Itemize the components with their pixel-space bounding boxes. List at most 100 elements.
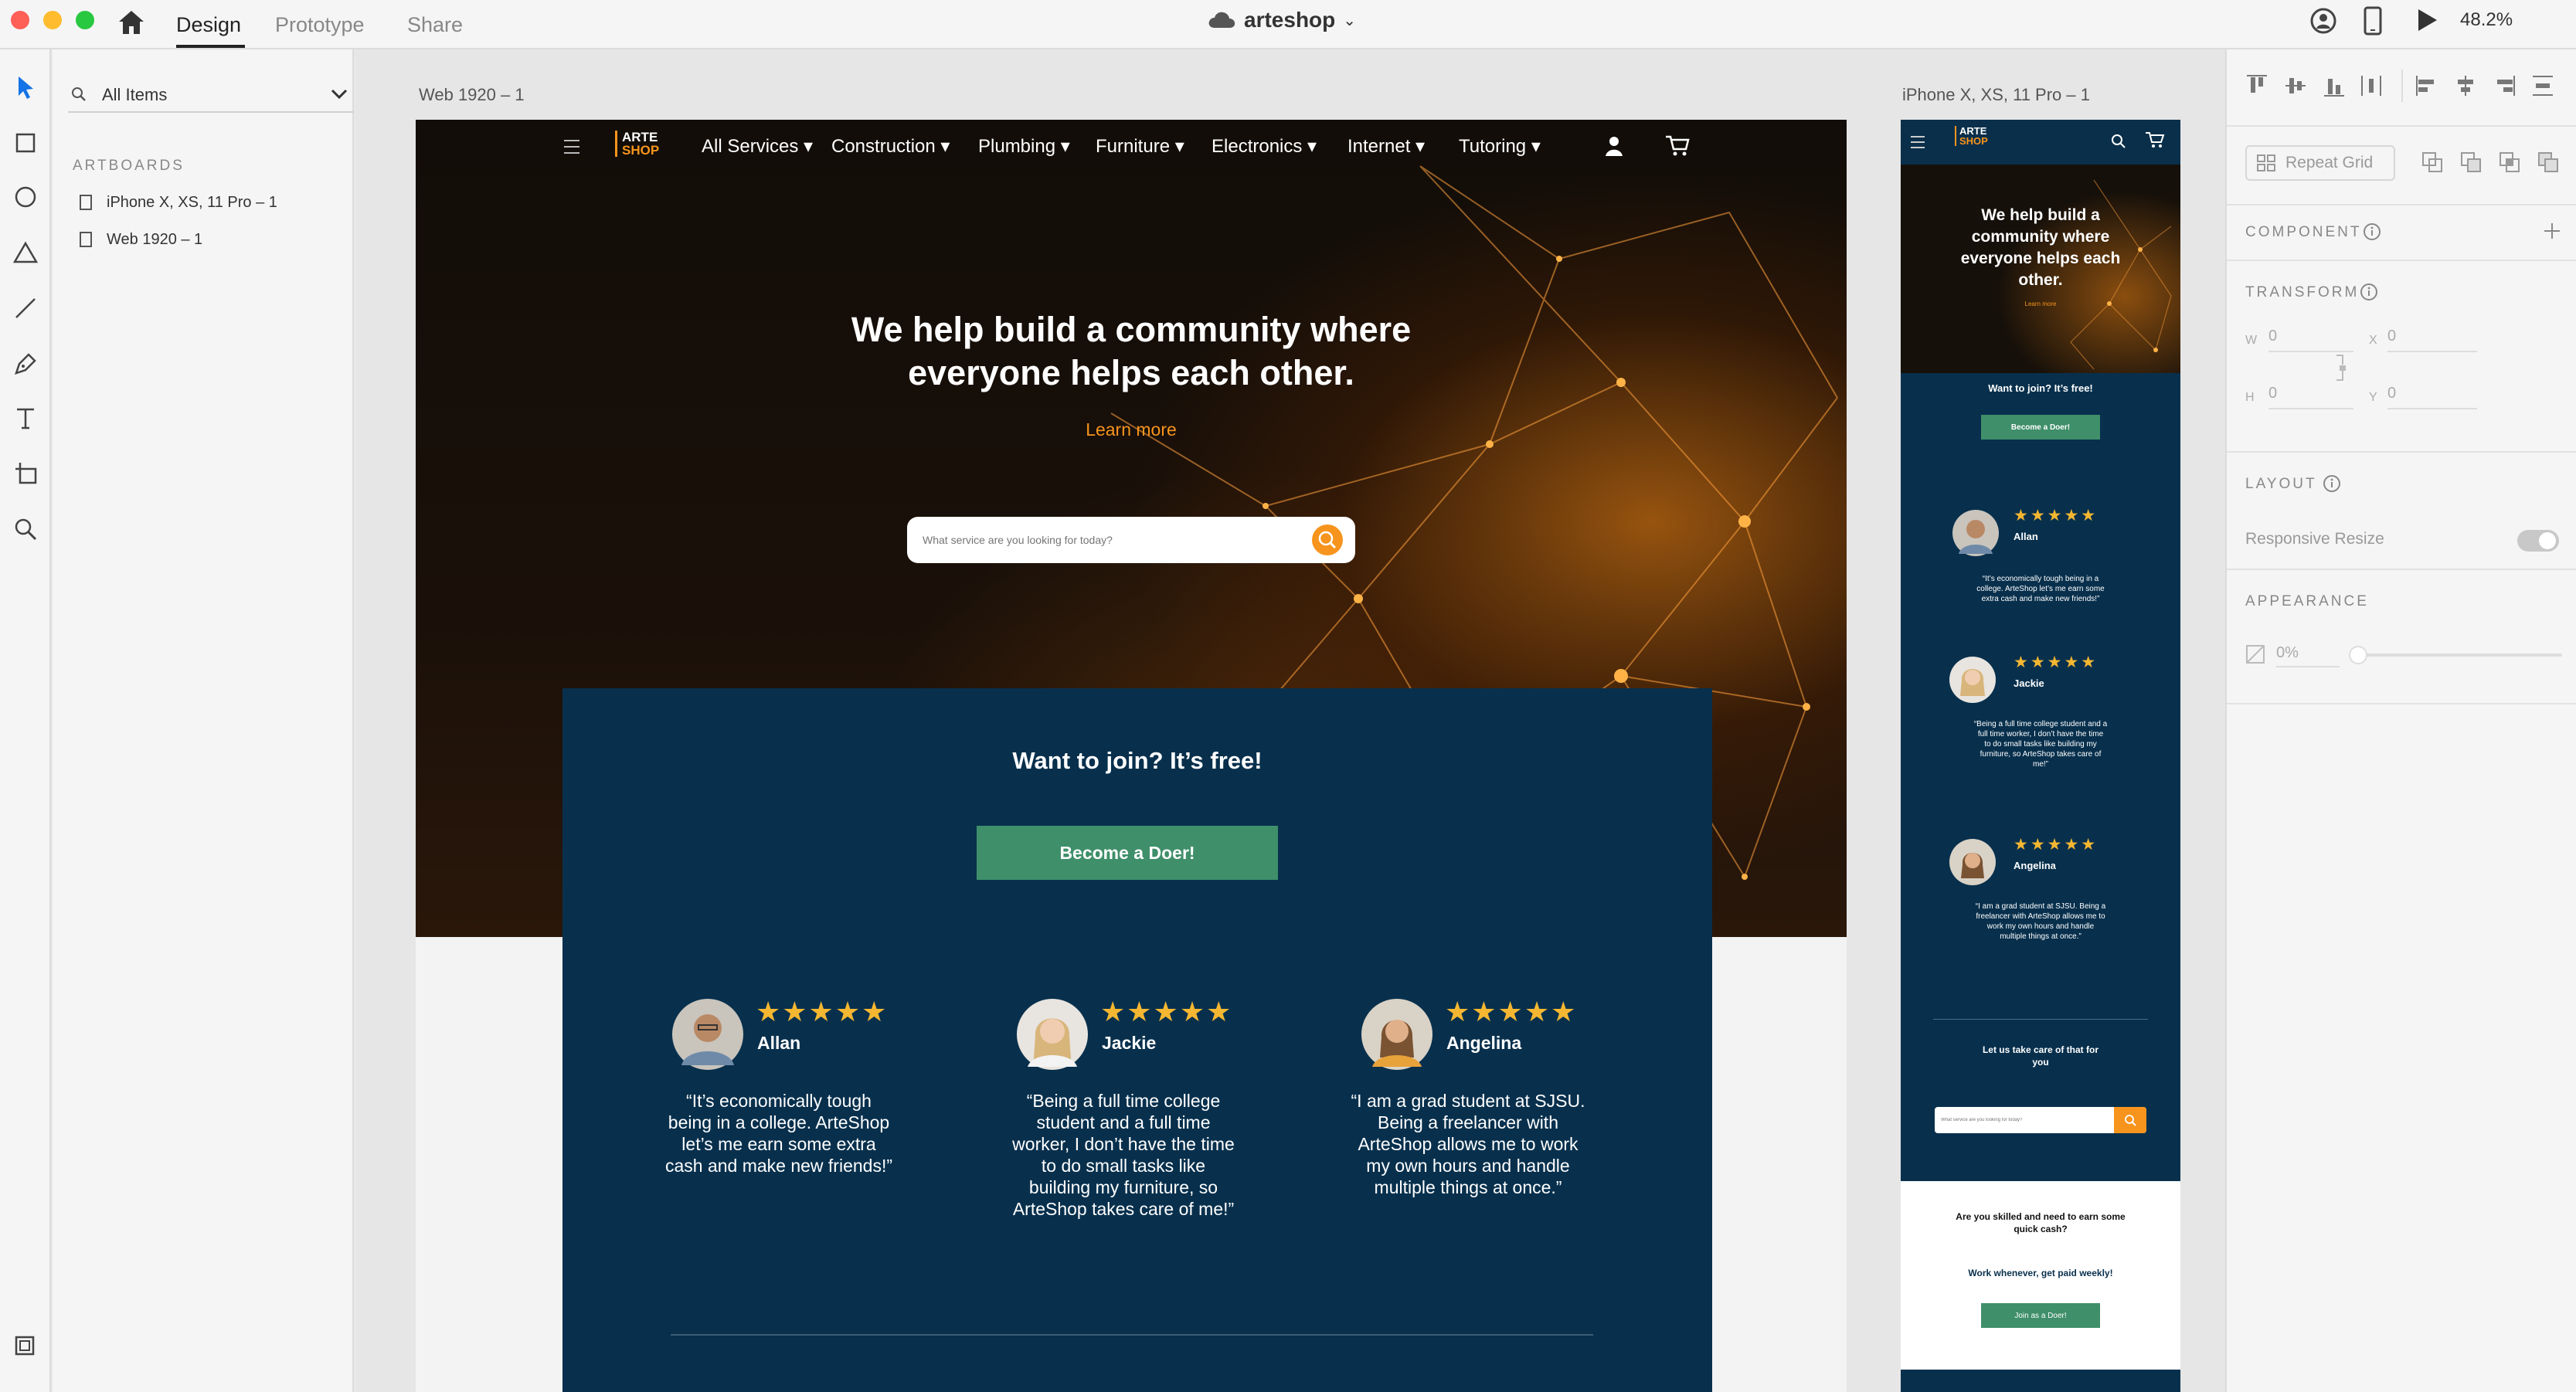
- phone-search-button[interactable]: [2114, 1107, 2146, 1133]
- web-artboard-label[interactable]: Web 1920 – 1: [419, 85, 525, 105]
- phone-search-input[interactable]: [1939, 1113, 2102, 1127]
- add-component-icon[interactable]: [2542, 221, 2562, 241]
- boolean-exclude-icon[interactable]: [2536, 150, 2562, 176]
- y-position-field[interactable]: 0: [2387, 382, 2477, 409]
- minimize-window-button[interactable]: [43, 11, 62, 29]
- skilled-line: Are you skilled and need to earn some: [1956, 1211, 2126, 1222]
- mobile-preview-icon[interactable]: [2363, 6, 2383, 36]
- height-field[interactable]: 0: [2268, 382, 2353, 409]
- responsive-resize-toggle[interactable]: [2517, 530, 2559, 552]
- become-doer-button[interactable]: Become a Doer!: [977, 826, 1278, 880]
- x-position-field[interactable]: 0: [2387, 324, 2477, 352]
- play-preview-icon[interactable]: [2415, 8, 2438, 32]
- assets-panel-toggle[interactable]: [8, 1329, 43, 1364]
- iphone-artboard[interactable]: ARTE SHOP We help build a community wher…: [1901, 120, 2180, 1392]
- align-right-icon[interactable]: [2491, 73, 2517, 99]
- hero-headline-line1: We help build a community where: [851, 310, 1412, 349]
- repeat-grid-button[interactable]: Repeat Grid: [2245, 145, 2395, 181]
- nav-construction[interactable]: Construction ▾: [831, 135, 950, 158]
- document-title-menu[interactable]: arteshop ⌄: [1207, 8, 1356, 32]
- layer-item-iphone-artboard[interactable]: iPhone X, XS, 11 Pro – 1: [79, 188, 277, 216]
- user-account-icon[interactable]: [2310, 8, 2336, 34]
- nav-electronics[interactable]: Electronics ▾: [1212, 135, 1317, 158]
- zoom-tool[interactable]: [8, 511, 43, 547]
- opacity-field[interactable]: 0%: [2276, 641, 2340, 667]
- distribute-vertical-icon[interactable]: [2530, 73, 2556, 99]
- learn-more-link[interactable]: Learn more: [1901, 300, 2180, 307]
- home-icon[interactable]: [117, 9, 145, 36]
- tab-design[interactable]: Design: [176, 13, 241, 37]
- text-tool[interactable]: [8, 400, 43, 436]
- section-divider: [671, 1334, 1593, 1336]
- phone-artboard-label[interactable]: iPhone X, XS, 11 Pro – 1: [1902, 85, 2090, 105]
- hero-search-input[interactable]: [921, 528, 1292, 552]
- user-profile-icon[interactable]: [1604, 135, 1624, 157]
- design-canvas[interactable]: Web 1920 – 1 iPhone X, XS, 11 Pro – 1 AR…: [355, 49, 2225, 1392]
- opacity-slider-handle[interactable]: [2349, 646, 2367, 664]
- opacity-slider-track[interactable]: [2352, 654, 2562, 657]
- hamburger-menu-icon[interactable]: [1910, 135, 1925, 149]
- toggle-knob: [2539, 532, 2556, 549]
- phone-testimonial-jackie: ★★★★★ Jackie: [1949, 654, 2095, 708]
- layers-filter[interactable]: All Items: [68, 79, 354, 113]
- tools-toolbar: [0, 49, 51, 1392]
- cart-icon[interactable]: [1664, 134, 1691, 157]
- separator: [2227, 125, 2576, 127]
- pen-tool[interactable]: [8, 346, 43, 382]
- separator: [2227, 569, 2576, 570]
- nav-internet[interactable]: Internet ▾: [1347, 135, 1425, 158]
- assets-icon: [15, 1336, 35, 1356]
- boolean-subtract-icon[interactable]: [2459, 150, 2485, 176]
- avatar-jackie: [1949, 657, 1996, 703]
- info-icon[interactable]: [2363, 222, 2381, 241]
- polygon-tool[interactable]: [8, 235, 43, 270]
- select-tool[interactable]: [8, 70, 43, 105]
- search-icon[interactable]: [2111, 134, 2126, 149]
- align-top-icon[interactable]: [2244, 73, 2270, 99]
- line-icon: [15, 298, 36, 318]
- learn-more-link[interactable]: Learn more: [416, 419, 1847, 440]
- rectangle-tool[interactable]: [8, 125, 43, 161]
- web-artboard[interactable]: ARTE SHOP All Services ▾ Construction ▾ …: [416, 120, 1847, 1392]
- align-middle-icon[interactable]: [2282, 73, 2309, 99]
- line-tool[interactable]: [8, 290, 43, 326]
- maximize-window-button[interactable]: [76, 11, 94, 29]
- close-window-button[interactable]: [11, 11, 29, 29]
- nav-tutoring[interactable]: Tutoring ▾: [1459, 135, 1541, 158]
- hamburger-menu-icon[interactable]: [562, 138, 581, 159]
- zoom-level[interactable]: 48.2%: [2460, 9, 2513, 31]
- hero-search-button[interactable]: [1312, 525, 1343, 555]
- arteshop-logo[interactable]: ARTE SHOP: [615, 131, 659, 157]
- quote-line: furniture, so ArteShop takes care of: [1980, 750, 2102, 759]
- chevron-down-icon: ⌄: [1343, 12, 1357, 29]
- layer-item-web-artboard[interactable]: Web 1920 – 1: [79, 226, 202, 253]
- nav-furniture[interactable]: Furniture ▾: [1096, 135, 1184, 158]
- phone-become-doer-button[interactable]: Become a Doer!: [1981, 415, 2100, 440]
- boolean-add-icon[interactable]: [2420, 150, 2446, 176]
- boolean-intersect-icon[interactable]: [2497, 150, 2523, 176]
- lock-aspect-icon[interactable]: [2335, 352, 2350, 383]
- skilled-title: Are you skilled and need to earn some qu…: [1901, 1210, 2180, 1235]
- align-bottom-icon[interactable]: [2321, 73, 2347, 99]
- align-left-icon[interactable]: [2414, 73, 2440, 99]
- nav-plumbing[interactable]: Plumbing ▾: [978, 135, 1070, 158]
- tab-share[interactable]: Share: [407, 13, 463, 37]
- hero-line: community where: [1971, 228, 2110, 246]
- distribute-horizontal-icon[interactable]: [2358, 73, 2384, 99]
- ellipse-tool[interactable]: [8, 179, 43, 215]
- align-center-icon[interactable]: [2452, 73, 2479, 99]
- width-field[interactable]: 0: [2268, 324, 2353, 352]
- rating-stars: ★★★★★: [756, 996, 889, 1027]
- tab-prototype[interactable]: Prototype: [275, 13, 365, 37]
- component-section-label: COMPONENT: [2245, 224, 2362, 240]
- cart-icon[interactable]: [2145, 131, 2165, 149]
- info-icon[interactable]: [2323, 474, 2341, 493]
- nav-all-services[interactable]: All Services ▾: [702, 135, 813, 158]
- info-icon[interactable]: [2360, 283, 2378, 301]
- artboard-tool[interactable]: [8, 456, 43, 491]
- search-icon: [72, 87, 86, 101]
- join-as-doer-button[interactable]: Join as a Doer!: [1981, 1303, 2100, 1328]
- arteshop-logo[interactable]: ARTE SHOP: [1955, 126, 1988, 146]
- separator: [2227, 204, 2576, 205]
- y-label: Y: [2369, 391, 2377, 404]
